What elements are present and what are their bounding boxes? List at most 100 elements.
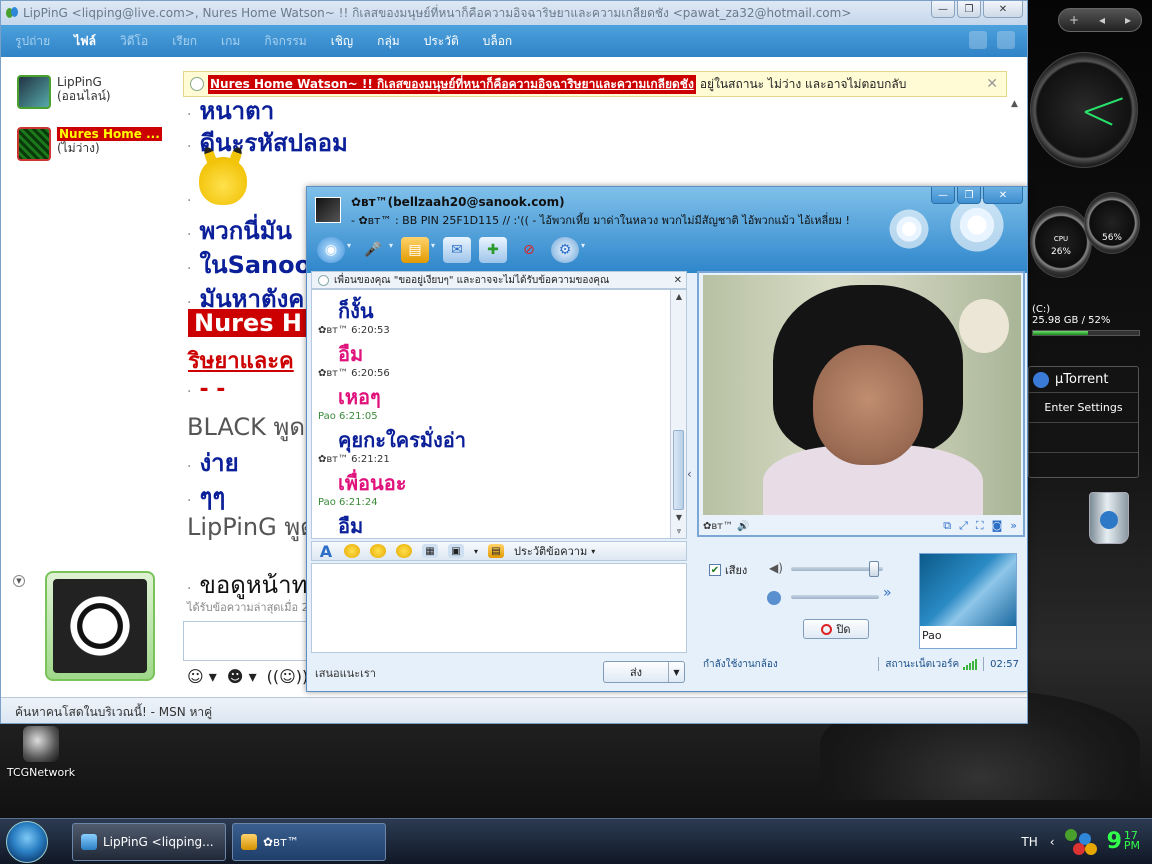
add-gadget-icon[interactable]: + (1069, 13, 1079, 27)
close-button[interactable]: ✕ (983, 187, 1023, 204)
status-bar[interactable]: ค้นหาคนโสดในบริเวณนี้! - MSN หาคู่ (1, 697, 1027, 723)
block-contact-icon[interactable]: ⊘ (515, 237, 543, 263)
history-scrollbar[interactable]: ▲ ▼ ⩔ (670, 290, 686, 538)
participant-lipping[interactable]: LipPinG (ออนไลน์) (17, 75, 181, 109)
background-icon[interactable]: ▦ (422, 544, 438, 558)
participant-name: LipPinG (57, 75, 102, 89)
menu-call[interactable]: เรียก (172, 32, 197, 51)
message-list: ก็งั้น ✿ʙᴛ™ 6:20:53 อืม ✿ʙᴛ™ 6:20:56 เหอๆ Pao… (318, 290, 668, 538)
speaker-volume-slider[interactable] (791, 561, 883, 577)
menu-games[interactable]: เกม (221, 32, 240, 51)
notice-close-icon[interactable]: ✕ (674, 275, 682, 286)
scroll-end-arrow-icon[interactable]: ⩔ (673, 526, 685, 536)
font-icon[interactable]: A (318, 542, 334, 561)
tcgnetwork-icon (23, 726, 59, 762)
nudge-icon[interactable] (396, 544, 412, 558)
taskbar-item-conversation[interactable]: ✿ʙᴛ™ (232, 823, 386, 861)
resize-icon[interactable]: ⤢ (959, 519, 968, 533)
utorrent-settings-button[interactable]: Enter Settings (1029, 393, 1138, 423)
conversation-window[interactable]: ✿ʙᴛ™(bellzaah20@sanook.com) - ✿ʙᴛ™ : BB … (306, 186, 1028, 692)
close-button[interactable]: ✕ (983, 1, 1023, 18)
drive-gadget[interactable]: (C:) 25.98 GB / 52% (1032, 304, 1140, 344)
emoticon-menu-icon[interactable] (969, 31, 987, 49)
recycle-bin-icon[interactable] (1084, 492, 1134, 554)
gadget-toolbar[interactable]: + ◂ ▸ (1058, 8, 1142, 32)
sound-label: เสียง (725, 564, 748, 577)
popout-icon[interactable]: ⧉ (943, 519, 951, 533)
taskbar-clock[interactable]: 9 17 PM (1107, 830, 1140, 853)
menu-activities[interactable]: กิจกรรม (264, 32, 306, 51)
more-arrow-icon[interactable]: » (883, 585, 892, 601)
message-input[interactable] (183, 621, 313, 661)
sound-checkbox[interactable]: ✔ เสียง (709, 561, 747, 579)
menu-block[interactable]: บล็อก (483, 32, 512, 51)
message-text: ขอดูหน้าท (199, 571, 308, 599)
cpu-meter-gadget[interactable]: 26% CPU (1030, 206, 1092, 278)
memory-meter-gadget[interactable]: 56% (1084, 192, 1140, 254)
title-bar[interactable]: LipPinG <liqping@live.com>, Nures Home W… (1, 1, 1027, 25)
snapshot-icon[interactable]: ◙ (992, 519, 1003, 533)
nudge-icon[interactable]: ((☺)) (267, 667, 309, 686)
clock-gadget[interactable] (1030, 52, 1138, 168)
collapse-toggle-icon[interactable]: ▼ (13, 575, 25, 587)
minimize-button[interactable]: — (931, 1, 955, 18)
chevron-down-icon[interactable]: ▼ (668, 662, 684, 682)
show-hidden-icons-icon[interactable]: ‹ (1050, 835, 1055, 849)
utorrent-icon (1033, 371, 1049, 388)
add-contact-icon[interactable]: ✚ (479, 237, 508, 263)
scrollbar-thumb[interactable] (673, 430, 684, 510)
avatar[interactable] (315, 197, 341, 223)
my-display-picture[interactable] (45, 571, 155, 681)
sender-line: LipPinG พูด (187, 513, 316, 541)
collapse-panel-icon[interactable]: ‹ (687, 467, 692, 481)
settings-gear-icon[interactable]: ⚙ (551, 237, 580, 263)
tray-icons[interactable] (1063, 827, 1099, 857)
send-files-icon[interactable]: ▤ (401, 237, 430, 263)
email-icon[interactable]: ✉ (443, 237, 472, 263)
webcam-icon[interactable]: ◉ (317, 237, 345, 263)
options-menu-icon[interactable] (997, 31, 1015, 49)
info-icon (190, 77, 204, 91)
menu-files[interactable]: ไฟล์ (74, 32, 96, 51)
stop-webcam-button[interactable]: ปิด (803, 619, 869, 639)
cpu-value: 26% (1050, 247, 1071, 257)
maximize-button[interactable]: ❐ (957, 1, 981, 18)
taskbar-item-main[interactable]: LipPinG <liqping... (72, 823, 226, 861)
emoticon-icon[interactable]: ☺ ▾ (187, 667, 217, 686)
message-text: ดีนะรหัสปลอม (199, 129, 348, 157)
prev-gadget-icon[interactable]: ◂ (1099, 13, 1105, 27)
menu-invite[interactable]: เชิญ (331, 32, 353, 51)
microphone-icon[interactable]: 🎤 (359, 237, 387, 263)
wink-icon[interactable]: ☻ ▾ (227, 667, 257, 686)
checkbox-checked-icon[interactable]: ✔ (709, 564, 721, 576)
fullscreen-icon[interactable]: ⛶ (976, 519, 984, 533)
menu-groups[interactable]: กลุ่ม (377, 32, 400, 51)
handwriting-icon[interactable]: ▣ (448, 544, 464, 558)
minimize-button[interactable]: — (931, 187, 955, 204)
more-icon[interactable]: » (1010, 519, 1017, 533)
menu-photos[interactable]: รูปถ่าย (15, 32, 50, 51)
wink-icon[interactable] (370, 544, 386, 558)
history-menu[interactable]: ประวัติข้อความ (514, 542, 587, 560)
maximize-button[interactable]: ❐ (957, 187, 981, 204)
banner-close-icon[interactable]: ✕ (986, 76, 998, 92)
send-button[interactable]: ส่ง ▼ (603, 661, 685, 683)
emoticon-icon[interactable] (344, 544, 360, 558)
microphone-volume-slider[interactable] (791, 595, 879, 599)
compose-input[interactable] (311, 563, 687, 653)
language-indicator[interactable]: TH (1021, 835, 1037, 849)
quiet-mode-notice: เพื่อนของคุณ "ขออยู่เงียบๆ" และอาจจะไม่ไ… (311, 271, 687, 289)
history-icon[interactable]: ▤ (488, 544, 505, 558)
self-webcam-preview[interactable]: Pao (919, 553, 1017, 649)
menu-history[interactable]: ประวัติ (424, 32, 459, 51)
slider-knob[interactable] (869, 561, 879, 577)
start-button[interactable] (6, 821, 48, 863)
utorrent-gadget[interactable]: µTorrent Enter Settings (1028, 366, 1139, 478)
scroll-up-arrow-icon[interactable]: ▲ (673, 292, 685, 301)
menu-video[interactable]: วิดีโอ (120, 32, 148, 51)
desktop-icon-tcgnetwork[interactable]: TCGNetwork (6, 726, 76, 779)
next-gadget-icon[interactable]: ▸ (1125, 13, 1131, 27)
message-history[interactable]: ก็งั้น ✿ʙᴛ™ 6:20:53 อืม ✿ʙᴛ™ 6:20:56 เหอๆ Pao… (311, 289, 687, 539)
scroll-down-arrow-icon[interactable]: ▼ (673, 513, 685, 522)
participant-nures[interactable]: Nures Home ... (ไม่ว่าง) (17, 127, 181, 161)
